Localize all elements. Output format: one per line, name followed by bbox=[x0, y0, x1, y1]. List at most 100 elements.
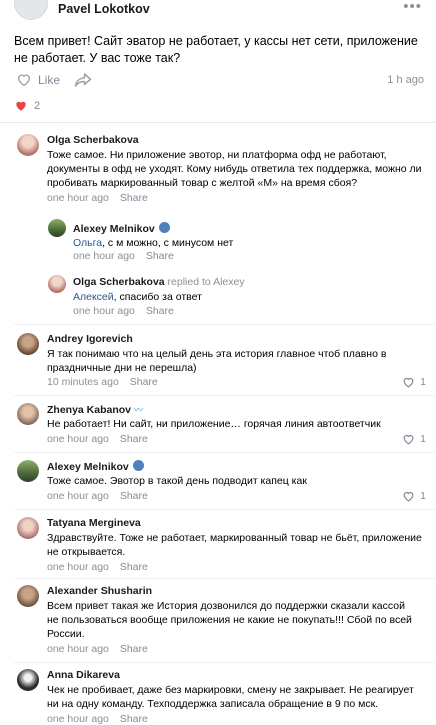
comment-timestamp: one hour ago bbox=[47, 490, 109, 502]
comment-author: Alexey Melnikov bbox=[47, 460, 144, 473]
avatar[interactable] bbox=[14, 0, 48, 20]
comment-share-button[interactable]: Share bbox=[146, 250, 174, 262]
like-label: Like bbox=[38, 72, 61, 87]
author-name[interactable]: Alexey Melnikov bbox=[73, 223, 155, 235]
comment-likes-count: 1 bbox=[420, 490, 426, 502]
comment-body: , спасибо за ответ bbox=[113, 291, 202, 303]
comment-share-button[interactable]: Share bbox=[120, 433, 148, 445]
comment-text: Здравствуйте. Тоже не работает, маркиров… bbox=[47, 532, 422, 558]
comment: Andrey Igorevich Я так понимаю что на це… bbox=[0, 331, 436, 393]
comment-reply: Alexey Melnikov Ольга, с м можно, с мину… bbox=[0, 216, 436, 264]
avatar[interactable] bbox=[17, 585, 39, 607]
divider bbox=[0, 122, 436, 123]
comment-likes-count: 1 bbox=[420, 376, 426, 388]
comment-author[interactable]: Tatyana Mergineva bbox=[47, 517, 141, 529]
avatar[interactable] bbox=[17, 669, 39, 691]
comment-author[interactable]: Anna Dikareva bbox=[47, 669, 120, 681]
comment-text: Я так понимаю что на целый день эта исто… bbox=[47, 348, 387, 374]
comment-timestamp: one hour ago bbox=[73, 305, 135, 317]
comment-author: Alexey Melnikov bbox=[73, 222, 170, 235]
likes-count: 2 bbox=[34, 99, 41, 112]
post-text: Всем привет! Сайт эватор не работает, у … bbox=[14, 34, 418, 65]
comment-share-button[interactable]: Share bbox=[120, 192, 148, 204]
comment-text: Алексей, спасибо за ответ bbox=[73, 290, 423, 304]
comment: Alexey Melnikov Тоже самое. Эвотор в так… bbox=[0, 458, 436, 508]
avatar[interactable] bbox=[48, 219, 66, 237]
avatar[interactable] bbox=[17, 134, 39, 156]
comment-meta: one hour ago Share bbox=[73, 250, 174, 262]
comment-meta: one hour ago Share bbox=[73, 305, 174, 317]
avatar[interactable] bbox=[48, 275, 66, 293]
comment: Zhenya Kabanov 〰 Не работает! Ни сайт, н… bbox=[0, 401, 436, 451]
heart-outline-icon bbox=[17, 74, 31, 87]
comment-meta: 10 minutes ago Share bbox=[47, 376, 158, 388]
reply-addressee[interactable]: Ольга bbox=[73, 237, 102, 249]
divider bbox=[14, 452, 436, 453]
like-button[interactable]: Like bbox=[16, 72, 60, 87]
post-timestamp: 1 h ago bbox=[387, 74, 424, 86]
comment-share-button[interactable]: Share bbox=[120, 490, 148, 502]
post-header: Pavel Lokotkov ••• bbox=[0, 0, 436, 22]
comment: Olga Scherbakova Тоже самое. Ни приложен… bbox=[0, 132, 436, 212]
comment-meta: one hour ago Share bbox=[47, 192, 148, 204]
comment-text: Тоже самое. Эвотор в такой день подводит… bbox=[47, 475, 307, 487]
post-actions: Like 1 h ago bbox=[14, 72, 424, 90]
avatar[interactable] bbox=[17, 403, 39, 425]
comment: Anna Dikareva Чек не пробивает, даже без… bbox=[0, 667, 436, 725]
comment-timestamp: one hour ago bbox=[47, 561, 109, 573]
comment-body: , с м можно, с минусом нет bbox=[102, 237, 234, 249]
author-name[interactable]: Zhenya Kabanov bbox=[47, 404, 131, 416]
heart-filled-icon bbox=[16, 101, 26, 111]
comment-text: Всем привет такая же История дозвонился … bbox=[47, 600, 412, 640]
author-name[interactable]: Alexey Melnikov bbox=[47, 461, 129, 473]
avatar[interactable] bbox=[17, 460, 39, 482]
comment-like-button[interactable]: 1 bbox=[402, 433, 426, 445]
comment-text: Тоже самое. Ни приложение эвотор, ни пла… bbox=[47, 149, 422, 189]
divider bbox=[14, 324, 436, 325]
comment-like-button[interactable]: 1 bbox=[402, 490, 426, 502]
comment-author: Olga Scherbakova replied to Alexey bbox=[73, 276, 245, 288]
avatar[interactable] bbox=[17, 333, 39, 355]
comment-meta: one hour ago Share bbox=[47, 643, 148, 655]
comment-timestamp: one hour ago bbox=[47, 192, 109, 204]
comment-timestamp: one hour ago bbox=[47, 713, 109, 725]
comment-text: Ольга, с м можно, с минусом нет bbox=[73, 236, 423, 250]
comment-author[interactable]: Olga Scherbakova bbox=[47, 134, 139, 146]
comment-timestamp: one hour ago bbox=[73, 250, 135, 262]
share-button[interactable] bbox=[74, 72, 92, 93]
comment-meta: one hour ago Share bbox=[47, 561, 148, 573]
comment-share-button[interactable]: Share bbox=[130, 376, 158, 388]
wave-emoji-icon: 〰 bbox=[133, 405, 143, 415]
avatar[interactable] bbox=[17, 517, 39, 539]
comment-share-button[interactable]: Share bbox=[120, 561, 148, 573]
comment-author: Zhenya Kabanov 〰 bbox=[47, 403, 143, 416]
divider bbox=[14, 509, 436, 510]
comment-like-button[interactable]: 1 bbox=[402, 376, 426, 388]
verified-badge-icon bbox=[132, 460, 144, 471]
more-dots-icon[interactable]: ••• bbox=[403, 0, 422, 15]
comment-meta: one hour ago Share bbox=[47, 433, 148, 445]
reply-addressee[interactable]: Алексей bbox=[73, 291, 114, 303]
comment-timestamp: one hour ago bbox=[47, 433, 109, 445]
comment-share-button[interactable]: Share bbox=[120, 643, 148, 655]
post-author[interactable]: Pavel Lokotkov bbox=[58, 2, 150, 16]
author-name[interactable]: Olga Scherbakova bbox=[73, 276, 165, 288]
comment-text: Не работает! Ни сайт, ни приложение… гор… bbox=[47, 418, 381, 430]
divider bbox=[14, 662, 436, 663]
comment-meta: one hour ago Share bbox=[47, 713, 148, 725]
replied-to-label[interactable]: replied to Alexey bbox=[168, 276, 245, 288]
comment-share-button[interactable]: Share bbox=[120, 713, 148, 725]
comment-share-button[interactable]: Share bbox=[146, 305, 174, 317]
comment-author[interactable]: Alexander Shusharin bbox=[47, 585, 152, 597]
divider bbox=[14, 578, 436, 579]
comment-timestamp: 10 minutes ago bbox=[47, 376, 119, 388]
verified-badge-icon bbox=[158, 222, 170, 233]
comment-author[interactable]: Andrey Igorevich bbox=[47, 333, 133, 345]
heart-outline-icon bbox=[403, 377, 414, 388]
heart-outline-icon bbox=[403, 434, 414, 445]
divider bbox=[14, 395, 436, 396]
comment-likes-count: 1 bbox=[420, 433, 426, 445]
likes-summary[interactable]: 2 bbox=[14, 99, 40, 112]
comment: Alexander Shusharin Всем привет такая же… bbox=[0, 583, 436, 663]
comment-reply: Olga Scherbakova replied to Alexey Алекс… bbox=[0, 272, 436, 320]
